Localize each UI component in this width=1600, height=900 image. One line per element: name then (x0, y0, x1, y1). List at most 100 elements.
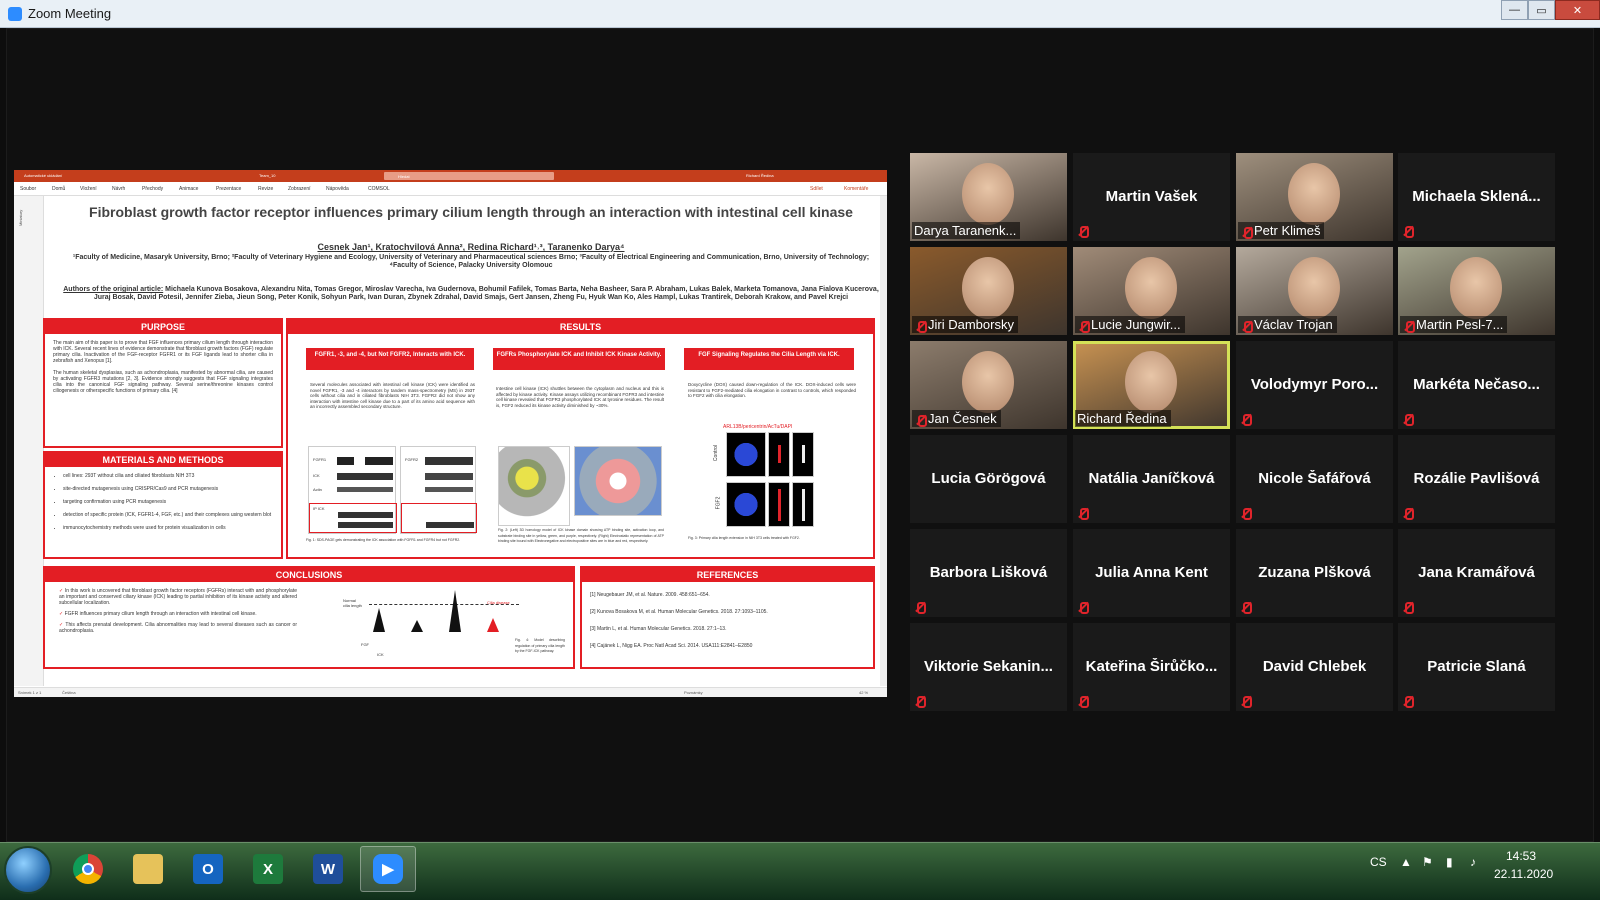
search-box[interactable]: Hledat (384, 172, 554, 180)
results-col2-caption: Fig. 2: (Left) 3D homology model of ICK … (498, 528, 664, 543)
muted-mic-icon (1239, 412, 1253, 426)
thumbnail-pane[interactable]: Miniatury (14, 196, 44, 686)
microscopy-image (792, 432, 814, 477)
participant-tile[interactable]: Václav Trojan (1236, 247, 1393, 335)
slide-scrollbar[interactable] (880, 196, 887, 686)
methods-header: MATERIALS AND METHODS (45, 453, 281, 467)
participant-tile[interactable]: Martin Vašek (1073, 153, 1230, 241)
user-name: Richard Ředina (746, 173, 774, 178)
network-icon[interactable]: ▮ (1446, 855, 1453, 869)
show-hidden-icons-icon[interactable]: ▲ (1400, 855, 1412, 869)
comments-button[interactable]: Komentáře (844, 186, 868, 192)
list-item: immunocytochemistry methods were used fo… (63, 525, 273, 531)
share-button[interactable]: Sdílet (810, 186, 823, 192)
participant-name: Natália Janíčková (1088, 470, 1215, 487)
excel-icon: X (253, 854, 283, 884)
participant-tile[interactable]: Julia Anna Kent (1073, 529, 1230, 617)
participant-tile[interactable]: Michaela Sklená... (1398, 153, 1555, 241)
blot-label: IP ICK (313, 506, 325, 511)
tab-file[interactable]: Soubor (20, 186, 36, 192)
tab-review[interactable]: Revize (258, 186, 273, 192)
conclusion-text: FGFR influences primary cilium length th… (64, 611, 257, 617)
language-indicator: Čeština (62, 690, 76, 695)
taskbar-app-word[interactable]: W (300, 846, 356, 892)
tab-insert[interactable]: Vložení (80, 186, 97, 192)
muted-mic-icon (1240, 319, 1254, 333)
participant-name-label: Martin Pesl-7... (1400, 316, 1508, 333)
taskbar-app-excel[interactable]: X (240, 846, 296, 892)
search-placeholder: Hledat (398, 174, 410, 179)
participant-tile[interactable]: Lucie Jungwir... (1073, 247, 1230, 335)
tab-animations[interactable]: Animace (179, 186, 198, 192)
participant-tile[interactable]: Richard Ředina (1073, 341, 1230, 429)
taskbar-app-explorer[interactable] (120, 846, 176, 892)
tab-view[interactable]: Zobrazení (288, 186, 311, 192)
participant-tile[interactable]: David Chlebek (1236, 623, 1393, 711)
chrome-icon (73, 854, 103, 884)
action-center-icon[interactable]: ⚑ (1422, 855, 1433, 869)
conclusion-item: ✓ In this work is uncovered that fibrobl… (59, 588, 297, 606)
participant-tile[interactable]: Martin Pesl-7... (1398, 247, 1555, 335)
muted-mic-icon (1239, 600, 1253, 614)
protein-model-image (498, 446, 570, 526)
outlook-icon: O (193, 854, 223, 884)
participant-tile[interactable]: Jiri Damborsky (910, 247, 1067, 335)
cilia-model-diagram: Normal cilia length Cilia disease FGF IC… (341, 590, 521, 662)
clock-date[interactable]: 22.11.2020 (1494, 867, 1553, 881)
fgf-label: FGF (361, 642, 369, 647)
close-button[interactable]: ✕ (1555, 0, 1600, 20)
start-button[interactable] (4, 846, 52, 894)
participant-tile[interactable]: Patricie Slaná (1398, 623, 1555, 711)
participant-tile[interactable]: Nicole Šafářová (1236, 435, 1393, 523)
tab-comsol[interactable]: COMSOL (368, 186, 390, 192)
tab-transitions[interactable]: Přechody (142, 186, 163, 192)
participant-tile[interactable]: Jan Česnek (910, 341, 1067, 429)
volume-icon[interactable]: ♪ (1470, 855, 1476, 869)
participant-tile[interactable]: Rozálie Pavlišová (1398, 435, 1555, 523)
participant-name: Richard Ředina (1077, 411, 1167, 426)
participant-name-label: Darya Taranenk... (912, 222, 1021, 239)
maximize-button[interactable]: ▭ (1528, 0, 1555, 20)
participant-tile[interactable]: Zuzana Plšková (1236, 529, 1393, 617)
blot-label: FGFR1 (313, 457, 327, 462)
participant-video (962, 163, 1014, 225)
taskbar-app-zoom[interactable]: ▶ (360, 846, 416, 892)
conclusions-box: CONCLUSIONS ✓ In this work is uncovered … (43, 566, 575, 669)
participant-name-label: Jan Česnek (912, 410, 1001, 427)
participant-tile[interactable]: Viktorie Sekanin... (910, 623, 1067, 711)
window-controls: — ▭ ✕ (1501, 0, 1600, 20)
blot-band (338, 512, 393, 518)
participant-tile[interactable]: Barbora Lišková (910, 529, 1067, 617)
participant-tile[interactable]: Kateřina Širůčko... (1073, 623, 1230, 711)
muted-mic-icon (1401, 694, 1415, 708)
participant-tile[interactable]: Natália Janíčková (1073, 435, 1230, 523)
conclusion-item: ✓ This affects prenatal development. Cil… (59, 622, 297, 634)
conclusion-item: ✓ FGFR influences primary cilium length … (59, 611, 297, 617)
participant-tile[interactable]: Jana Kramářová (1398, 529, 1555, 617)
language-indicator[interactable]: CS (1370, 855, 1387, 869)
participant-tile[interactable]: Darya Taranenk... (910, 153, 1067, 241)
participant-tile[interactable]: Lucia Görögová (910, 435, 1067, 523)
powerpoint-titlebar: Automatické ukládání Team_10 Hledat Rich… (14, 170, 887, 182)
tab-help[interactable]: Nápověda (326, 186, 349, 192)
taskbar-app-chrome[interactable] (60, 846, 116, 892)
zoom-level[interactable]: 42 % (859, 690, 868, 695)
taskbar-app-outlook[interactable]: O (180, 846, 236, 892)
muted-mic-icon (1076, 224, 1090, 238)
poster-title: Fibroblast growth factor receptor influe… (89, 204, 853, 220)
clock-time[interactable]: 14:53 (1506, 849, 1536, 863)
tab-slideshow[interactable]: Prezentace (216, 186, 241, 192)
tab-design[interactable]: Návrh (112, 186, 125, 192)
participant-tile[interactable]: Volodymyr Poro... (1236, 341, 1393, 429)
muted-mic-icon (1076, 694, 1090, 708)
notes-button[interactable]: Poznámky (684, 690, 703, 695)
participant-tile[interactable]: Petr Klimeš (1236, 153, 1393, 241)
conclusion-text: This affects prenatal development. Cilia… (59, 622, 297, 634)
participant-tile[interactable]: Markéta Nečaso... (1398, 341, 1555, 429)
windows-taskbar: O X W ▶ CS ▲ ⚑ ▮ ♪ 14:53 22.11.2020 (0, 842, 1600, 900)
tab-home[interactable]: Domů (52, 186, 65, 192)
participant-name: Volodymyr Poro... (1250, 376, 1379, 393)
blot-label: Actin (313, 487, 322, 492)
minimize-button[interactable]: — (1501, 0, 1528, 20)
participant-name-label: Václav Trojan (1238, 316, 1337, 333)
